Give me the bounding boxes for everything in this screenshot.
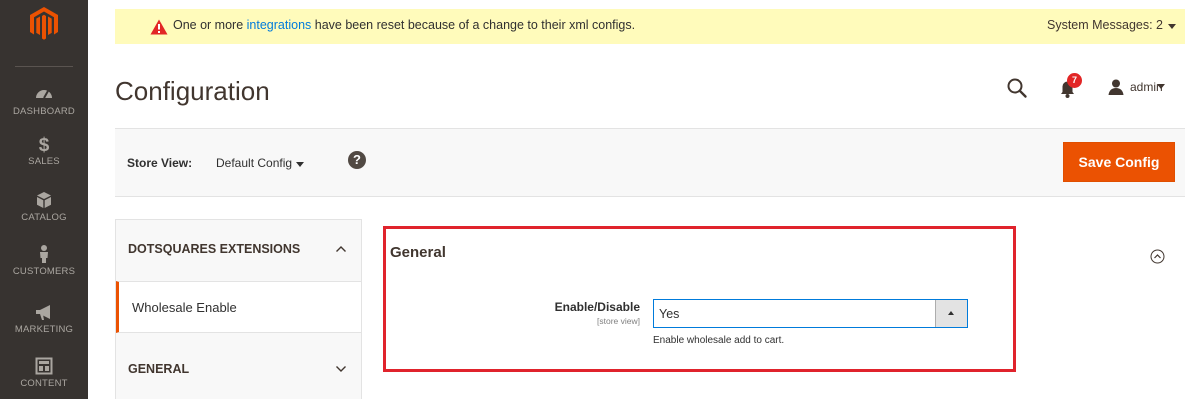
notification-count-badge[interactable]: 7 [1067, 73, 1082, 88]
sidebar-item-sales[interactable]: $ SALES [0, 134, 88, 192]
sidebar-item-label: CUSTOMERS [12, 266, 76, 277]
sidebar-item-label: MARKETING [14, 324, 74, 335]
cube-icon [37, 192, 51, 208]
tab-item-wholesale-enable[interactable]: Wholesale Enable [116, 281, 361, 333]
sidebar-item-content[interactable]: CONTENT [0, 356, 88, 399]
admin-sidebar: DASHBOARD $ SALES CATALOG CUSTOMERS MARK… [0, 0, 88, 399]
enable-disable-select[interactable]: Yes [653, 299, 968, 328]
caret-up-icon [948, 311, 954, 315]
page-title: Configuration [115, 76, 270, 106]
save-config-button[interactable]: Save Config [1063, 142, 1175, 182]
section-title-general[interactable]: General [390, 244, 446, 261]
svg-text:$: $ [39, 135, 50, 154]
integrations-link[interactable]: integrations [247, 18, 312, 32]
system-message-bar: One or more integrations have been reset… [115, 9, 1185, 44]
store-view-label: Store View: [127, 156, 193, 170]
megaphone-icon [36, 305, 50, 320]
select-value: Yes [659, 307, 680, 321]
help-icon[interactable]: ? [348, 151, 366, 169]
collapse-circle-icon[interactable] [1150, 249, 1165, 264]
person-icon [40, 245, 48, 263]
field-note: Enable wholesale add to cart. [653, 335, 785, 346]
tab-item-label: Wholesale Enable [132, 300, 237, 315]
tab-group-title: GENERAL [128, 362, 190, 376]
dashboard-icon [36, 90, 52, 99]
config-tabs: DOTSQUARES EXTENSIONS Wholesale Enable G… [115, 219, 362, 399]
chevron-down-icon[interactable] [1168, 24, 1176, 29]
magento-logo-icon[interactable] [28, 6, 60, 40]
dollar-icon: $ [39, 135, 50, 154]
layout-icon [35, 357, 53, 375]
sidebar-item-label: SALES [28, 156, 60, 167]
chevron-up-icon [336, 246, 346, 252]
sidebar-item-label: DASHBOARD [13, 106, 75, 117]
sidebar-item-marketing[interactable]: MARKETING [0, 302, 88, 360]
store-view-switcher[interactable]: Default Config [216, 156, 292, 170]
store-view-bar: Store View: Default Config ? Save Config [115, 128, 1185, 197]
field-label: Enable/Disable [554, 300, 640, 314]
search-icon[interactable] [1006, 77, 1028, 99]
tab-group-title: DOTSQUARES EXTENSIONS [128, 242, 301, 256]
user-icon [1108, 79, 1124, 95]
sidebar-divider [15, 66, 73, 67]
warning-icon [150, 19, 168, 35]
sidebar-item-label: CONTENT [20, 378, 68, 389]
chevron-down-icon [336, 366, 346, 372]
sidebar-item-label: CATALOG [21, 212, 67, 223]
tab-group-dotsquares-extensions[interactable]: DOTSQUARES EXTENSIONS [116, 220, 361, 280]
chevron-down-icon[interactable] [296, 162, 304, 167]
sidebar-item-customers[interactable]: CUSTOMERS [0, 244, 88, 302]
sidebar-item-catalog[interactable]: CATALOG [0, 190, 88, 248]
select-toggle[interactable] [935, 300, 967, 327]
tab-group-general[interactable]: GENERAL [116, 340, 361, 399]
chevron-down-icon[interactable] [1157, 84, 1165, 89]
system-messages-toggle[interactable]: System Messages: 2 [1047, 18, 1163, 32]
system-message-text: One or more integrations have been reset… [173, 18, 636, 32]
field-scope: [store view] [597, 316, 640, 326]
